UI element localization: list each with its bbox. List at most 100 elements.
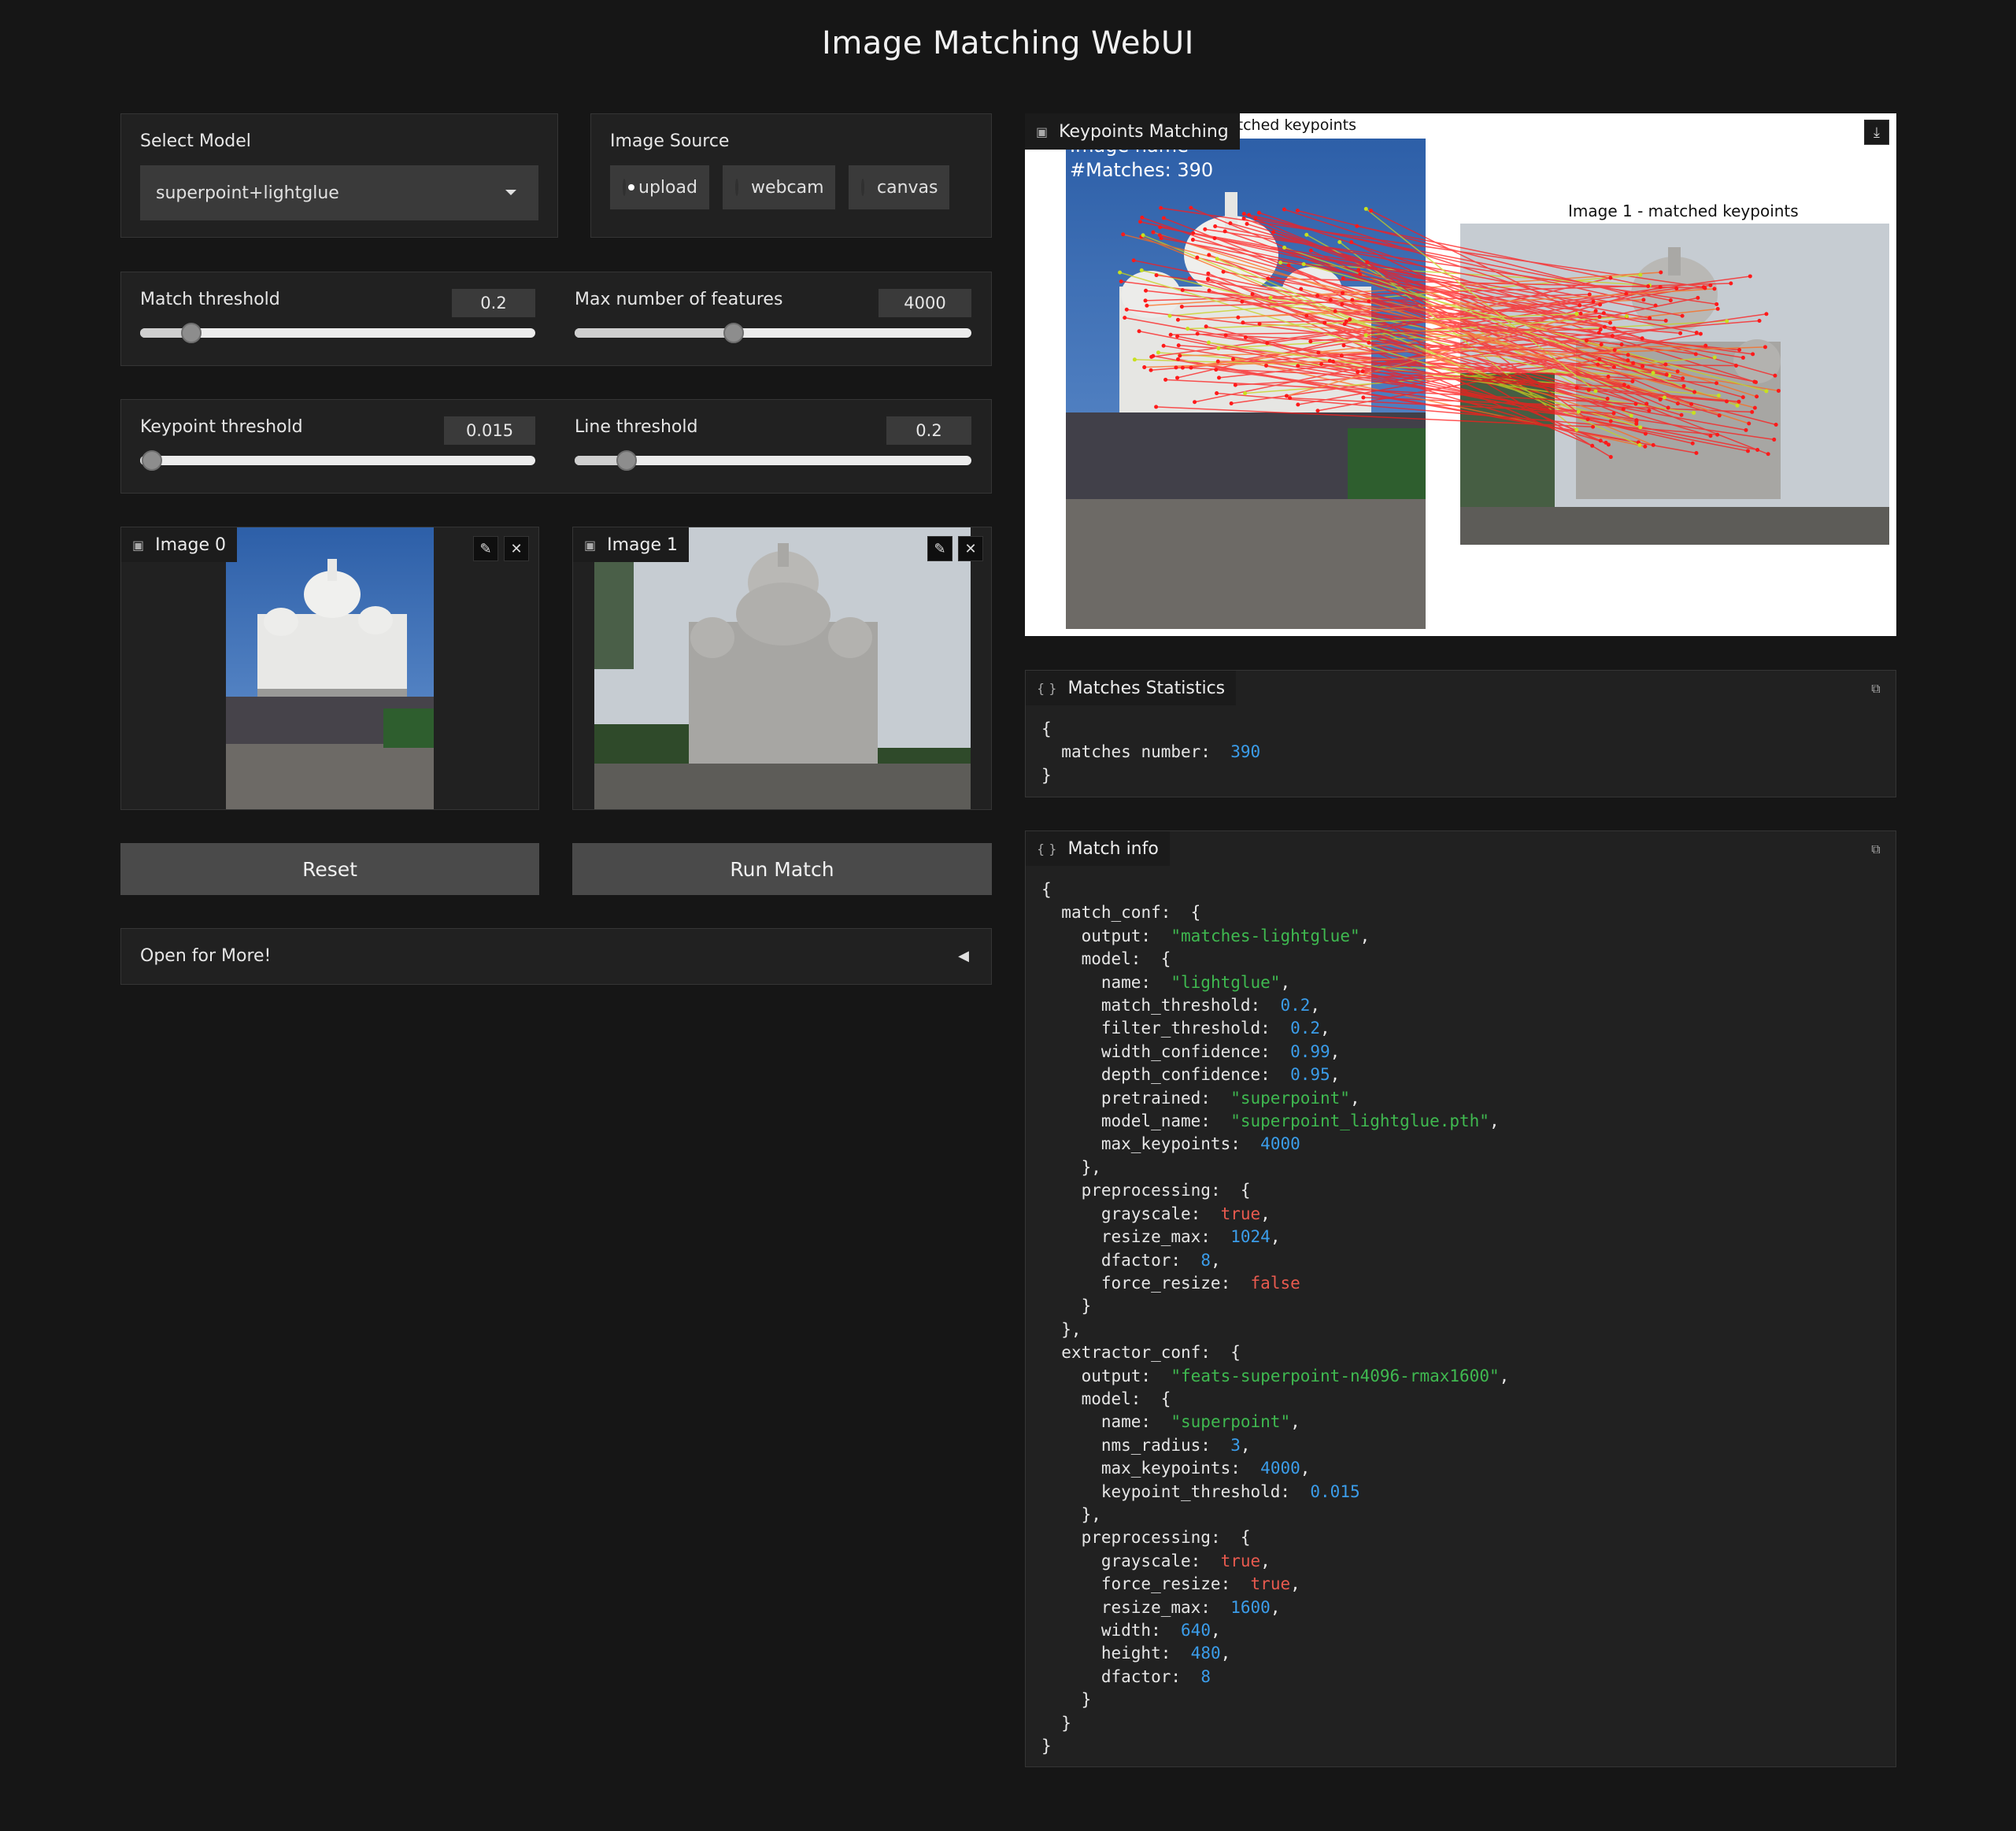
keypoint	[1591, 424, 1596, 429]
edit-icon[interactable]: ✎	[473, 536, 498, 561]
match-info-panel: { } Match info ⧉ { match_conf: { output:…	[1025, 830, 1896, 1767]
keypoint	[1151, 230, 1156, 235]
keypoint	[1729, 281, 1733, 286]
keypoint	[1608, 276, 1613, 280]
radio-upload[interactable]: upload	[610, 165, 709, 209]
keypoint	[1282, 207, 1286, 212]
image0-panel[interactable]: ▣ Image 0 ✎ ✕	[120, 527, 539, 810]
keypoint-threshold-slider[interactable]	[140, 450, 535, 471]
keypoint-threshold-input[interactable]: 0.015	[444, 416, 535, 445]
keypoint	[1776, 388, 1781, 393]
close-icon[interactable]: ✕	[958, 536, 983, 561]
keypoint	[1228, 221, 1233, 226]
keypoint	[1341, 343, 1346, 348]
keypoint	[1296, 364, 1300, 368]
line-threshold-label: Line threshold	[575, 417, 698, 437]
copy-icon[interactable]: ⧉	[1867, 841, 1885, 858]
keypoint	[1207, 340, 1211, 345]
keypoint	[1180, 365, 1185, 370]
keypoint	[1361, 395, 1366, 400]
radio-canvas[interactable]: canvas	[849, 165, 949, 209]
keypoint	[1367, 299, 1371, 304]
dropdown-caret-icon	[505, 190, 516, 195]
keypoint	[1578, 303, 1582, 308]
keypoint	[1678, 331, 1683, 335]
keypoint	[1689, 401, 1694, 406]
keypoint	[1638, 272, 1643, 277]
keypoint	[1694, 331, 1699, 335]
close-icon[interactable]: ✕	[504, 536, 529, 561]
keypoint	[1315, 293, 1320, 298]
keypoint-threshold-handle[interactable]	[142, 450, 163, 471]
keypoint	[1587, 292, 1592, 297]
keypoint	[1751, 352, 1755, 357]
radio-canvas-label: canvas	[877, 177, 938, 198]
keypoint	[1774, 422, 1778, 427]
keypoint	[1195, 255, 1200, 260]
match-threshold-slider[interactable]	[140, 323, 535, 343]
keypoint	[1715, 301, 1719, 306]
match-threshold-label: Match threshold	[140, 290, 280, 309]
reset-button[interactable]: Reset	[120, 843, 539, 895]
keypoint	[1624, 314, 1629, 319]
match-threshold-input[interactable]: 0.2	[452, 289, 535, 317]
keypoint	[1119, 279, 1123, 284]
keypoint	[1622, 383, 1626, 387]
keypoint	[1653, 303, 1658, 308]
keypoint	[1355, 224, 1359, 228]
keypoint	[1257, 321, 1262, 326]
edit-icon[interactable]: ✎	[927, 536, 953, 561]
keypoints-label: Keypoints Matching	[1059, 121, 1229, 142]
keypoint	[1740, 395, 1745, 400]
keypoint	[1574, 386, 1579, 390]
keypoint	[1363, 206, 1368, 211]
keypoint	[1245, 221, 1249, 226]
match-threshold-handle[interactable]	[181, 323, 202, 343]
keypoint	[1149, 368, 1153, 372]
image1-panel[interactable]: ▣ Image 1 ✎ ✕	[572, 527, 992, 810]
keypoint	[1602, 324, 1607, 329]
keypoint	[1578, 311, 1583, 316]
line-threshold-handle[interactable]	[616, 450, 637, 471]
keypoint	[1574, 312, 1579, 316]
keypoint	[1241, 216, 1246, 221]
keypoint	[1757, 318, 1762, 323]
keypoint	[1735, 403, 1740, 408]
keypoint	[1659, 270, 1663, 275]
keypoint	[1163, 377, 1168, 382]
keypoint	[1132, 357, 1137, 362]
keypoint	[1223, 229, 1227, 234]
line-threshold-input[interactable]: 0.2	[886, 416, 971, 445]
line-threshold-slider[interactable]	[575, 450, 971, 471]
run-match-button[interactable]: Run Match	[572, 843, 992, 895]
keypoint	[1766, 452, 1770, 457]
matches-statistics-panel: { } Matches Statistics ⧉ { matches numbe…	[1025, 670, 1896, 797]
max-features-slider[interactable]	[575, 323, 971, 343]
keypoint	[1161, 343, 1166, 348]
keypoint	[1365, 260, 1370, 264]
model-dropdown[interactable]: superpoint+lightglue	[140, 165, 538, 220]
keypoint	[1626, 385, 1630, 390]
keypoint	[1637, 442, 1642, 447]
keypoint	[1593, 309, 1598, 313]
max-features-input[interactable]: 4000	[879, 289, 971, 317]
download-icon[interactable]: ⤓	[1864, 120, 1889, 145]
keypoint	[1629, 413, 1633, 418]
keypoint	[1593, 389, 1598, 394]
keypoint	[1658, 285, 1663, 290]
copy-icon[interactable]: ⧉	[1867, 680, 1885, 697]
keypoint	[1675, 369, 1680, 374]
keypoints-tag: ▣ Keypoints Matching	[1025, 113, 1240, 150]
keypoint	[1216, 346, 1221, 350]
keypoint	[1703, 343, 1708, 348]
keypoint	[1356, 370, 1360, 375]
keypoint	[1288, 396, 1293, 401]
image0-label: Image 0	[155, 535, 227, 555]
max-features-handle[interactable]	[723, 323, 744, 343]
radio-webcam[interactable]: webcam	[723, 165, 835, 209]
keypoint	[1230, 357, 1235, 361]
keypoint	[1663, 362, 1668, 367]
keypoint	[1764, 389, 1769, 394]
more-accordion[interactable]: Open for More! ◀	[120, 928, 992, 985]
keypoint	[1764, 312, 1769, 316]
